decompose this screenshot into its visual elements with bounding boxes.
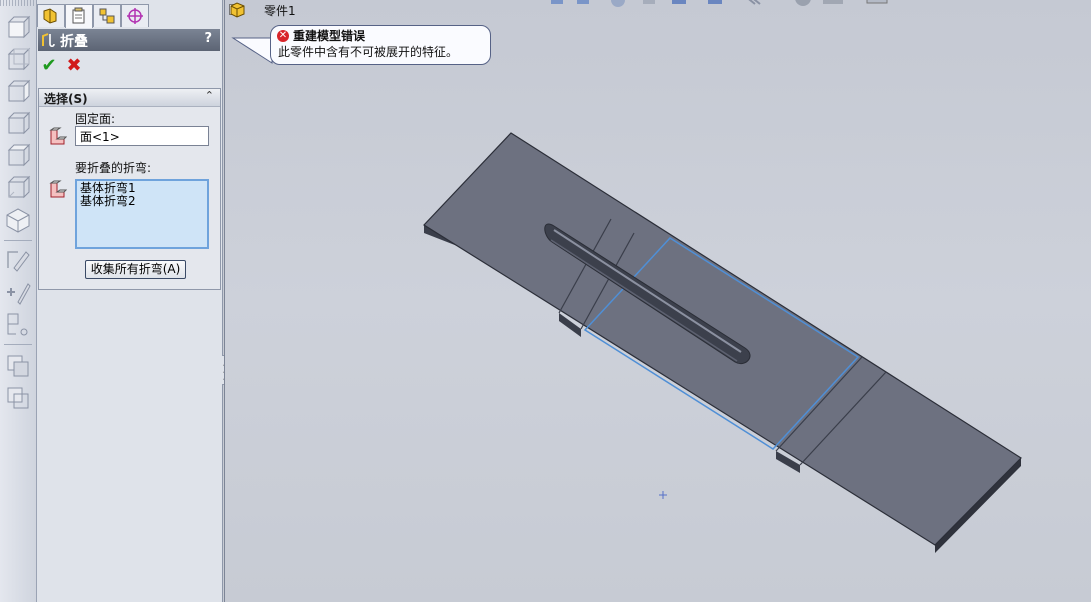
selection-group: 选择(S) ⌃ 固定面: 要折叠的折弯: 基体折弯1 基体折弯2 收集所有折弯(… (38, 88, 221, 290)
error-title: 重建模型错误 (293, 29, 366, 43)
page-title: 折叠 (60, 34, 88, 50)
face-selection-icon (49, 127, 67, 145)
part-name[interactable]: 零件1 (264, 2, 296, 19)
heads-up-view-toolbar[interactable] (551, 0, 888, 7)
cancel-button[interactable]: ✖ (64, 56, 84, 76)
bends-list[interactable]: 基体折弯1 基体折弯2 (75, 179, 209, 249)
configuration-manager-icon (99, 8, 115, 24)
list-item[interactable]: 基体折弯2 (80, 195, 204, 208)
tab-dimxpert-manager[interactable] (121, 4, 149, 27)
sheet-metal-part[interactable] (423, 132, 1022, 553)
property-manager-icon (72, 7, 85, 24)
origin-marker (659, 491, 667, 499)
collapse-chevron-icon[interactable]: ⌃ (205, 89, 214, 102)
fixed-face-field[interactable] (75, 126, 209, 146)
selection-group-title: 选择(S) (44, 92, 88, 106)
ok-button[interactable]: ✔ (39, 56, 59, 76)
fold-feature-icon (42, 33, 55, 48)
error-message: 此零件中含有不可被展开的特征。 (278, 45, 459, 59)
property-manager-header: 折叠 ? (38, 29, 220, 51)
left-toolbar (0, 0, 37, 602)
view-isometric-icon[interactable] (4, 206, 32, 234)
graphics-area[interactable]: + 零件1 (224, 0, 1091, 602)
smart-dimension-icon[interactable] (4, 278, 32, 306)
view-left-icon[interactable] (4, 78, 32, 106)
collect-all-bends-button[interactable]: 收集所有折弯(A) (85, 260, 186, 279)
tab-property-manager[interactable] (65, 4, 93, 28)
copy-entities-icon[interactable] (4, 352, 32, 380)
bend-selection-icon (49, 180, 67, 198)
part-icon (230, 2, 245, 18)
manager-tabs (37, 4, 222, 28)
rebuild-error-tooltip: ✕ 重建模型错误 此零件中含有不可被展开的特征。 (270, 25, 491, 65)
view-top-icon[interactable] (4, 142, 32, 170)
tab-configuration-manager[interactable] (93, 4, 121, 27)
error-icon: ✕ (277, 30, 289, 42)
toolbar-grip[interactable] (0, 0, 36, 6)
feature-manager-icon (43, 8, 57, 24)
selection-group-header[interactable]: 选择(S) ⌃ (39, 89, 220, 107)
view-bottom-icon[interactable] (4, 174, 32, 202)
view-back-icon[interactable] (4, 46, 32, 74)
sketch-icon[interactable] (4, 246, 32, 274)
bends-label: 要折叠的折弯: (75, 161, 152, 175)
tab-feature-manager[interactable] (37, 4, 65, 27)
move-entities-icon[interactable] (4, 384, 32, 412)
help-button[interactable]: ? (204, 31, 212, 46)
dimxpert-manager-icon (127, 8, 143, 24)
relations-icon[interactable] (4, 310, 32, 338)
view-front-icon[interactable] (4, 14, 32, 42)
tooltip-pointer (231, 37, 273, 64)
property-manager-panel: 折叠 ? ✔ ✖ 选择(S) ⌃ 固定面: 要折叠的折弯: 基体折弯1 基体折弯… (37, 0, 223, 602)
model-view[interactable] (225, 0, 1091, 602)
view-right-icon[interactable] (4, 110, 32, 138)
fixed-face-label: 固定面: (75, 112, 116, 126)
